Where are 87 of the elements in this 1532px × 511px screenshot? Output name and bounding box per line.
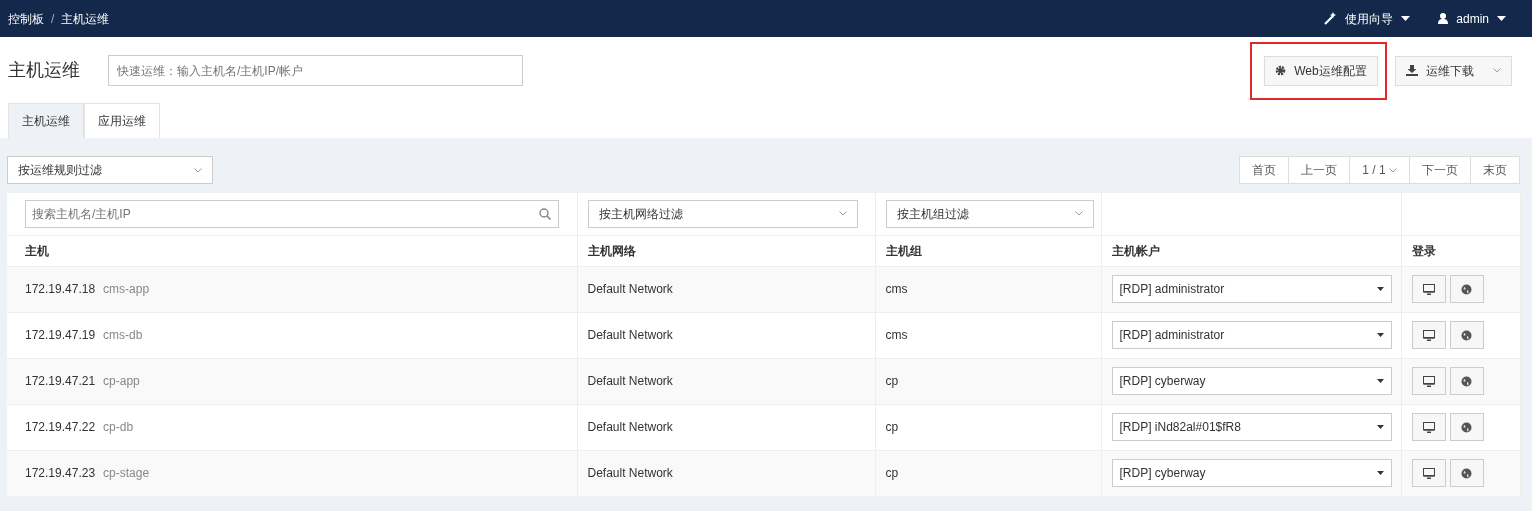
desktop-login-button[interactable] (1411, 275, 1446, 303)
desktop-login-button[interactable] (1411, 413, 1446, 441)
globe-icon (1461, 375, 1472, 387)
guide-menu[interactable]: 使用向导 (1324, 9, 1411, 28)
chevron-icon (1389, 167, 1397, 173)
desktop-login-button[interactable] (1411, 459, 1446, 487)
wand-icon (1324, 12, 1338, 25)
monitor-icon (1422, 375, 1435, 387)
quick-search-field[interactable]: 快速运维：输入主机名/主机IP/帐户 (108, 55, 523, 86)
host-ip: 172.19.47.19 (25, 328, 96, 342)
rule-filter-select[interactable]: 按运维规则过滤 (7, 156, 213, 184)
download-icon (1405, 65, 1418, 76)
web-config-button[interactable]: Web运维配置 (1264, 55, 1378, 86)
caret-icon (1376, 287, 1384, 291)
network-cell: Default Network (587, 466, 673, 480)
next-page-button[interactable]: 下一页 (1409, 156, 1471, 184)
gear-icon (1275, 65, 1287, 76)
chevron-icon (194, 167, 202, 173)
web-login-button[interactable] (1449, 321, 1484, 349)
first-page-button[interactable]: 首页 (1239, 156, 1290, 184)
column-header: 主机网络 (587, 243, 636, 258)
caret-icon (1497, 16, 1506, 21)
account-select[interactable]: [RDP] iNd82al#01$fR8 (1111, 413, 1392, 441)
globe-icon (1461, 283, 1472, 295)
host-name: cms-app (103, 282, 150, 296)
chevron-icon (1493, 68, 1501, 73)
column-header: 主机组 (885, 243, 922, 258)
globe-icon (1461, 467, 1472, 479)
caret-icon (1376, 333, 1384, 337)
download-button[interactable]: 运维下载 (1394, 55, 1512, 86)
group-cell: cp (885, 420, 899, 434)
network-cell: Default Network (587, 328, 673, 342)
network-cell: Default Network (587, 420, 673, 434)
globe-icon (1461, 421, 1472, 433)
host-ip: 172.19.47.22 (25, 420, 96, 434)
breadcrumb-current: 主机运维 (61, 10, 110, 28)
globe-icon (1461, 329, 1472, 341)
web-login-button[interactable] (1449, 367, 1484, 395)
monitor-icon (1422, 421, 1435, 433)
previous-page-button[interactable]: 上一页 (1288, 156, 1351, 184)
host-ip: 172.19.47.21 (25, 374, 96, 388)
host-search-field[interactable]: 搜索主机名/主机IP (25, 199, 559, 228)
page-title: 主机运维 (8, 59, 81, 82)
account-select[interactable]: [RDP] cyberway (1111, 459, 1392, 487)
monitor-icon (1422, 283, 1435, 295)
tab[interactable]: 应用运维 (84, 103, 160, 138)
host-name: cp-app (103, 374, 140, 388)
host-ip: 172.19.47.23 (25, 466, 96, 480)
user-menu[interactable]: admin (1438, 9, 1506, 28)
desktop-login-button[interactable] (1411, 367, 1446, 395)
account-select[interactable]: [RDP] administrator (1111, 321, 1392, 349)
breadcrumb-link[interactable]: 控制板 (8, 9, 44, 28)
desktop-login-button[interactable] (1411, 321, 1446, 349)
group-cell: cp (885, 466, 899, 480)
host-name: cms-db (103, 328, 143, 342)
caret-icon (1376, 471, 1384, 475)
group-filter-select[interactable]: 按主机组过滤 (885, 199, 1094, 228)
last-page-button[interactable]: 末页 (1470, 156, 1520, 184)
caret-icon (1376, 425, 1384, 429)
account-select[interactable]: [RDP] administrator (1111, 275, 1392, 303)
account-select[interactable]: [RDP] cyberway (1111, 367, 1392, 395)
web-login-button[interactable] (1449, 459, 1484, 487)
user-icon (1438, 13, 1449, 24)
chevron-icon (838, 211, 847, 217)
group-cell: cms (885, 328, 908, 342)
caret-icon (1376, 379, 1384, 383)
web-login-button[interactable] (1449, 413, 1484, 441)
column-header: 登录 (1411, 243, 1436, 258)
host-ip: 172.19.47.18 (25, 282, 96, 296)
page-select[interactable]: 1 / 1 (1349, 156, 1410, 184)
column-header: 主机 (25, 243, 49, 258)
host-name: cp-db (103, 420, 134, 434)
monitor-icon (1422, 467, 1435, 479)
column-header: 主机帐户 (1111, 243, 1160, 258)
web-login-button[interactable] (1449, 275, 1484, 303)
network-cell: Default Network (587, 282, 673, 296)
tab[interactable]: 主机运维 (8, 103, 84, 138)
group-cell: cp (885, 374, 899, 388)
breadcrumb-separator: / (51, 10, 55, 28)
caret-icon (1401, 16, 1411, 21)
chevron-icon (1074, 211, 1083, 217)
host-name: cp-stage (103, 466, 150, 480)
search-icon (538, 207, 551, 220)
monitor-icon (1422, 329, 1435, 341)
network-cell: Default Network (587, 374, 673, 388)
group-cell: cms (885, 282, 908, 296)
network-filter-select[interactable]: 按主机网络过滤 (587, 199, 858, 228)
